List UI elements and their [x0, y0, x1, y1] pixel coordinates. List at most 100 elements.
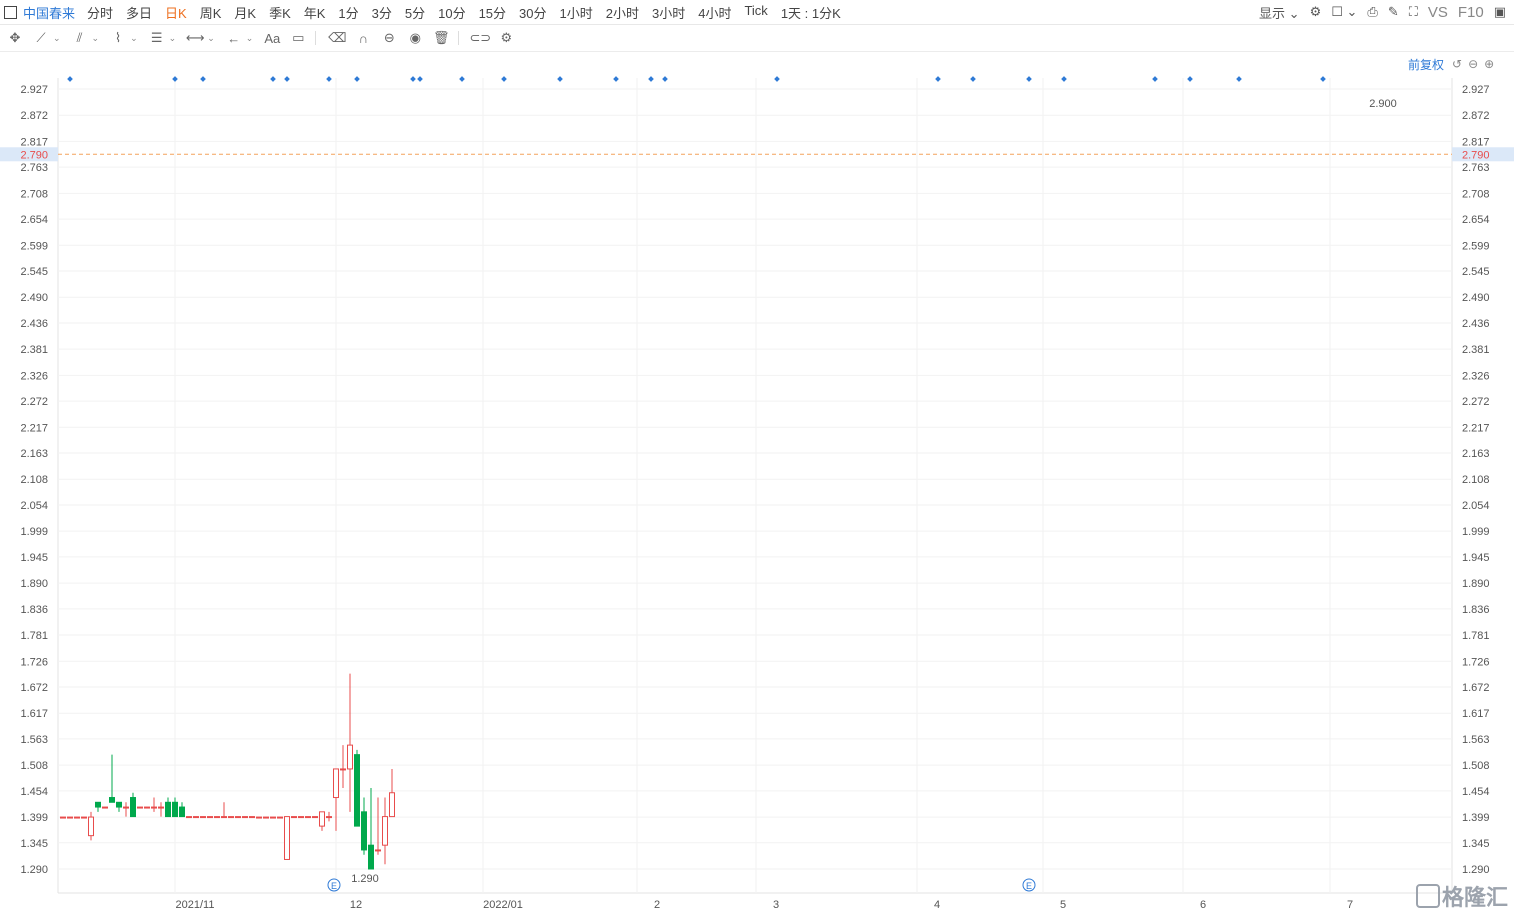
candle-body [200, 816, 206, 819]
dividend-marker [410, 76, 416, 82]
y-tick-label: 1.399 [20, 812, 48, 824]
y-tick-label-right: 1.836 [1462, 604, 1490, 616]
candle-body [242, 816, 248, 819]
y-tick-label: 2.217 [20, 422, 48, 434]
y-tick-label-right: 1.290 [1462, 864, 1490, 876]
y-tick-label-right: 2.763 [1462, 162, 1490, 174]
low-price-label: 1.290 [351, 873, 379, 885]
y-tick-label-right: 1.945 [1462, 552, 1490, 564]
y-tick-label-right: 2.872 [1462, 110, 1490, 122]
dividend-marker [1026, 76, 1032, 82]
y-tick-label: 2.545 [20, 266, 48, 278]
dividend-marker [1320, 76, 1326, 82]
y-tick-label-right: 2.326 [1462, 370, 1490, 382]
candle-body [319, 811, 325, 827]
watermark-text: 格隆汇 [1441, 885, 1508, 910]
x-tick-label: 5 [1060, 899, 1066, 911]
y-tick-label: 1.290 [20, 864, 48, 876]
y-tick-label-right: 2.545 [1462, 266, 1490, 278]
y-tick-label-right: 1.399 [1462, 812, 1490, 824]
candle-body [186, 816, 192, 819]
y-tick-label: 2.708 [20, 188, 48, 200]
dividend-marker [557, 76, 563, 82]
y-tick-label-right: 1.781 [1462, 630, 1490, 642]
y-tick-label: 2.326 [20, 370, 48, 382]
y-tick-label-right: 1.890 [1462, 578, 1490, 590]
dividend-marker [354, 76, 360, 82]
candle-body [179, 806, 185, 818]
y-tick-label-right: 1.672 [1462, 682, 1490, 694]
y-tick-label-right: 2.817 [1462, 136, 1490, 148]
y-tick-label: 1.890 [20, 578, 48, 590]
dividend-marker [1152, 76, 1158, 82]
candle-body [354, 754, 360, 827]
candle-body [347, 744, 353, 770]
x-tick-label: 12 [350, 899, 362, 911]
logo-icon [1415, 884, 1440, 908]
candle-body [333, 768, 339, 799]
y-tick-label: 1.672 [20, 682, 48, 694]
y-tick-label: 1.508 [20, 760, 48, 772]
candle-body [389, 792, 395, 818]
candle-body [235, 816, 241, 819]
candle-body [137, 806, 143, 809]
candle-body [382, 816, 388, 846]
y-tick-label: 1.999 [20, 526, 48, 538]
x-tick-label: 4 [934, 899, 940, 911]
dividend-marker [326, 76, 332, 82]
y-tick-label-right: 2.381 [1462, 344, 1490, 356]
dividend-marker [67, 76, 73, 82]
y-tick-label-right: 2.436 [1462, 318, 1490, 330]
candle-body [368, 844, 374, 870]
candle-body [312, 816, 318, 819]
candle-body [361, 811, 367, 851]
dividend-marker [970, 76, 976, 82]
watermark-logo: 格隆汇 [1415, 880, 1508, 912]
candle-body [214, 816, 220, 819]
candle-body [207, 816, 213, 819]
y-tick-label: 2.163 [20, 448, 48, 460]
y-tick-label: 2.272 [20, 396, 48, 408]
y-tick-label-right: 2.163 [1462, 448, 1490, 460]
dividend-marker [270, 76, 276, 82]
x-tick-label: 2021/11 [176, 899, 215, 911]
y-tick-label: 2.763 [20, 162, 48, 174]
y-tick-label-right: 2.927 [1462, 84, 1490, 96]
candle-body [375, 849, 381, 852]
candle-body [284, 816, 290, 860]
y-tick-label: 2.054 [20, 500, 48, 512]
candle-body [291, 816, 297, 819]
y-tick-label: 1.617 [20, 708, 48, 720]
candle-body [116, 801, 122, 808]
y-tick-label: 2.817 [20, 136, 48, 148]
y-tick-label-right: 2.272 [1462, 396, 1490, 408]
high-price-label: 2.900 [1369, 98, 1397, 110]
y-tick-label: 1.454 [20, 786, 48, 798]
candle-body [228, 816, 234, 819]
current-price-label: 2.790 [20, 149, 48, 161]
candle-body [88, 816, 94, 837]
dividend-marker [501, 76, 507, 82]
candlestick-chart[interactable]: 2.927 2.927 2.872 2.872 2.817 2.817 2.763 2.763… [0, 0, 1514, 914]
dividend-marker [200, 76, 206, 82]
y-tick-label: 2.872 [20, 110, 48, 122]
y-tick-label-right: 1.454 [1462, 786, 1490, 798]
y-tick-label-right: 1.508 [1462, 760, 1490, 772]
candle-body [102, 806, 108, 809]
candle-body [81, 816, 87, 819]
y-tick-label: 1.563 [20, 734, 48, 746]
x-tick-label: 7 [1347, 899, 1353, 911]
y-tick-label-right: 2.217 [1462, 422, 1490, 434]
candle-body [109, 797, 115, 803]
y-tick-label-right: 2.708 [1462, 188, 1490, 200]
y-tick-label: 2.108 [20, 474, 48, 486]
candle-body [326, 816, 332, 819]
y-tick-label: 2.927 [20, 84, 48, 96]
event-marker-label: E [1026, 881, 1032, 891]
candle-body [74, 816, 80, 819]
candle-body [144, 806, 150, 809]
dividend-marker [935, 76, 941, 82]
candle-body [95, 801, 101, 808]
x-tick-label: 2022/01 [483, 899, 523, 911]
candle-body [305, 816, 311, 819]
